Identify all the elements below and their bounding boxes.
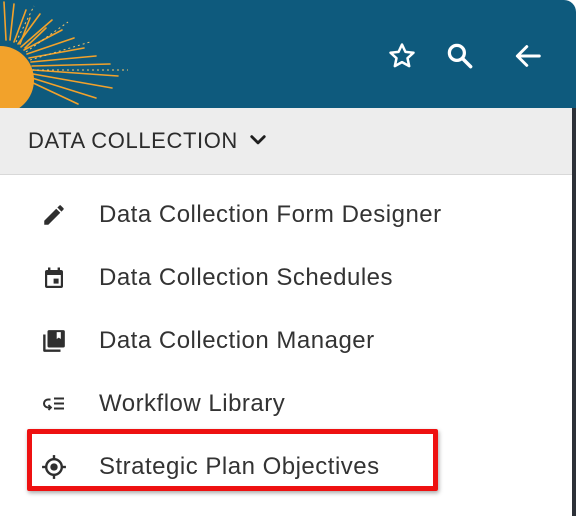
arrow-left-icon [513,41,543,71]
menu-item-strategic-plan-objectives[interactable]: Strategic Plan Objectives [0,437,572,497]
star-outline-icon [387,41,417,71]
menu-item-schedules[interactable]: Data Collection Schedules [0,248,572,308]
menu-item-manager[interactable]: Data Collection Manager [0,311,572,371]
menu-item-label: Data Collection Form Designer [99,201,442,228]
back-button[interactable] [508,36,548,76]
menu-item-label: Data Collection Schedules [99,264,393,291]
calendar-icon [40,264,68,292]
menu-item-form-designer[interactable]: Data Collection Form Designer [0,185,572,245]
menu-item-label: Strategic Plan Objectives [99,453,380,480]
library-books-icon [40,327,68,355]
section-title: DATA COLLECTION [28,128,238,153]
data-collection-section-toggle[interactable]: DATA COLLECTION [0,108,572,175]
app-header [0,0,576,108]
navigation-panel: DATA COLLECTION Data Collection Form Des… [0,0,576,516]
target-icon [40,453,68,481]
search-icon [445,41,475,71]
workflow-list-icon [40,390,68,418]
menu-item-workflow-library[interactable]: Workflow Library [0,374,572,434]
menu-item-label: Workflow Library [99,390,286,417]
window-edge [572,108,576,516]
pencil-icon [40,201,68,229]
search-button[interactable] [440,36,480,76]
sun-logo [0,1,128,108]
menu-item-label: Data Collection Manager [99,327,375,354]
favorite-button[interactable] [382,36,422,76]
chevron-down-icon [248,130,268,155]
